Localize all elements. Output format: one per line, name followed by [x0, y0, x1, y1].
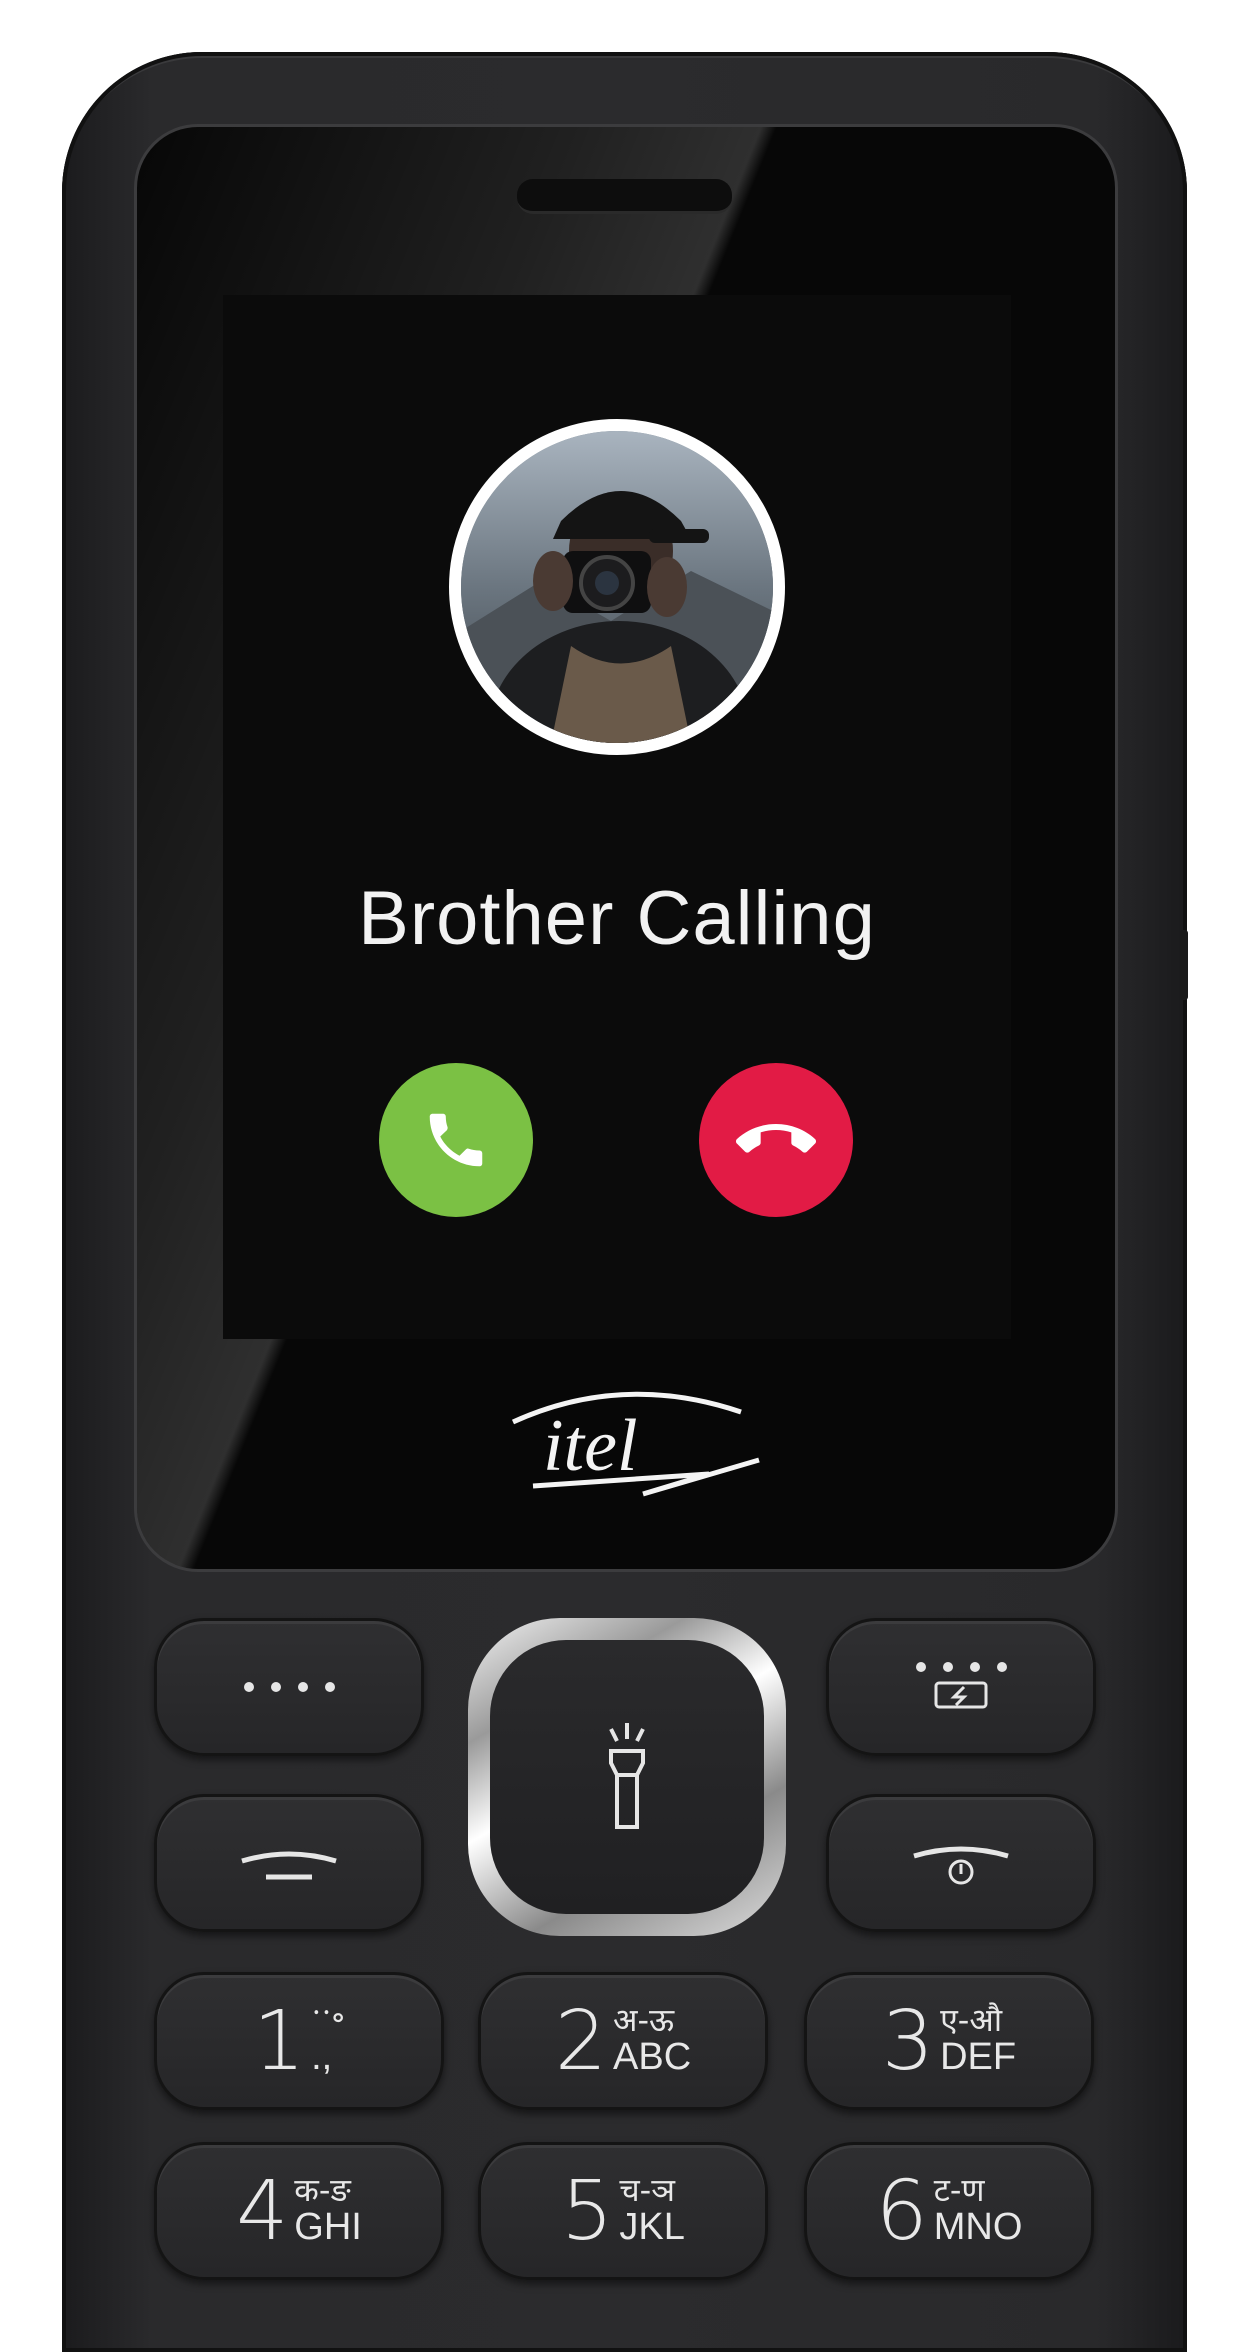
key-digit: 3: [881, 1993, 935, 2089]
navigation-dpad[interactable]: [468, 1618, 786, 1936]
key-top-label: अ-ऊ: [613, 2001, 675, 2040]
key-digit: 6: [875, 2163, 928, 2259]
key-top-label: क-ङ: [294, 2171, 351, 2210]
earpiece: [517, 179, 732, 214]
power-end-icon: [913, 1846, 1009, 1885]
caller-avatar: [449, 419, 785, 755]
phone-hangup-icon: [736, 1124, 816, 1153]
caller-photo: [461, 431, 773, 743]
answer-call-button[interactable]: [379, 1063, 533, 1217]
phone-answer-icon: [429, 1113, 483, 1167]
key-top-label: च-ञ: [619, 2171, 675, 2210]
key-bottom-label: .,: [311, 2035, 333, 2078]
key-bottom-label: ABC: [613, 2035, 692, 2078]
battery-dots-icon: [916, 1662, 1007, 1709]
key-bottom-label: DEF: [940, 2035, 1017, 2078]
side-key[interactable]: [1180, 930, 1188, 1000]
key-2[interactable]: 2 अ-ऊ ABC: [478, 1972, 768, 2110]
display-bezel: Brother Calling itel: [134, 124, 1118, 1572]
key-bottom-label: MNO: [933, 2205, 1023, 2248]
key-6[interactable]: 6 ट-ण MNO: [804, 2142, 1094, 2280]
key-digit: 5: [561, 2163, 614, 2259]
logo-text: itel: [543, 1405, 638, 1487]
decline-call-button[interactable]: [699, 1063, 853, 1217]
key-digit: 2: [554, 1993, 608, 2089]
key-bottom-label: GHI: [294, 2205, 362, 2248]
caller-name: Brother Calling: [358, 876, 876, 961]
left-soft-key[interactable]: [154, 1618, 424, 1756]
key-3[interactable]: 3 ए-औ DEF: [804, 1972, 1094, 2110]
key-digit: 1: [252, 1993, 306, 2089]
end-key[interactable]: [826, 1794, 1096, 1932]
key-top-label: ट-ण: [933, 2171, 985, 2210]
incoming-call-screen: Brother Calling: [223, 295, 1011, 1339]
call-key-icon: [241, 1851, 337, 1880]
flashlight-icon: [609, 1723, 645, 1829]
key-digit: 4: [236, 2163, 289, 2259]
call-key[interactable]: [154, 1794, 424, 1932]
key-top-label: ॱॱ॰: [311, 2001, 346, 2040]
key-5[interactable]: 5 च-ञ JKL: [478, 2142, 768, 2280]
key-1[interactable]: 1 ॱॱ॰ .,: [154, 1972, 444, 2110]
key-top-label: ए-औ: [940, 2001, 1003, 2040]
itel-logo: itel: [473, 1382, 773, 1512]
center-select-key[interactable]: [490, 1640, 764, 1914]
right-soft-key[interactable]: [826, 1618, 1096, 1756]
dots-icon: [244, 1682, 335, 1692]
key-bottom-label: JKL: [619, 2205, 685, 2248]
key-4[interactable]: 4 क-ङ GHI: [154, 2142, 444, 2280]
